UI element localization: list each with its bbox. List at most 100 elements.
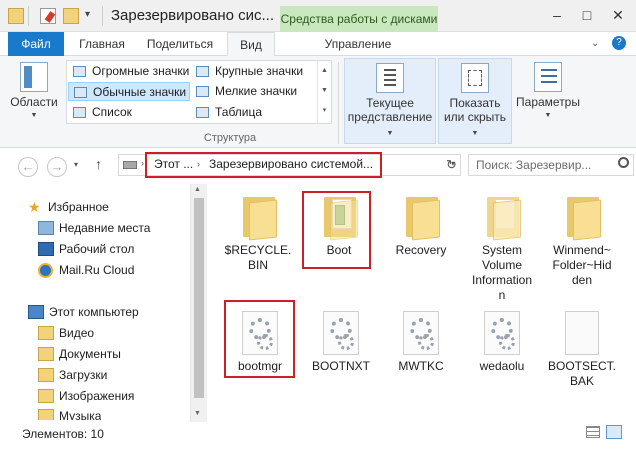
forward-button[interactable]: →	[47, 157, 67, 177]
show-hide-label-1: Показать	[449, 96, 501, 110]
window-title: Зарезервировано сис...	[111, 7, 275, 24]
gallery-scroll[interactable]: ▲ ▼ ▾	[317, 61, 331, 123]
layout-gallery: Огромные значки Крупные значки Обычные з…	[66, 60, 332, 124]
file-item-mwtkc[interactable]: MWTKC	[383, 311, 459, 374]
chevron-down-icon: ▼	[471, 130, 479, 137]
folder-icon	[481, 195, 523, 241]
file-item-wedaolu[interactable]: wedaolu	[464, 311, 540, 374]
medium-icons-icon	[74, 87, 87, 98]
item-count: Элементов: 10	[22, 427, 104, 441]
panes-button[interactable]: Области ▼	[10, 62, 58, 123]
downloads-folder-icon	[38, 368, 54, 382]
nav-scrollbar[interactable]: ▲ ▼	[190, 184, 207, 422]
details-icon	[196, 107, 209, 118]
large-icons-view-icon[interactable]	[606, 425, 622, 439]
close-button[interactable]: ✕	[606, 6, 630, 26]
system-file-icon	[323, 311, 359, 355]
file-item-recovery[interactable]: Recovery	[383, 195, 459, 258]
videos-folder-icon	[38, 326, 54, 340]
large-icons-icon	[196, 66, 209, 77]
file-item-system-volume-information[interactable]: System Volume Information n	[464, 195, 540, 303]
boot-highlight-box	[302, 191, 371, 269]
folder-icon	[561, 195, 603, 241]
maximize-button[interactable]: □	[575, 6, 599, 26]
recent-locations-icon[interactable]: ▾	[74, 160, 78, 169]
tab-file[interactable]: Файл	[8, 32, 64, 56]
folder-app-icon[interactable]	[8, 8, 24, 24]
layout-large-icons[interactable]: Крупные значки	[191, 62, 313, 81]
quick-access-dropdown-icon[interactable]: ▾	[85, 9, 90, 20]
show-hide-button[interactable]: Показать или скрыть ▼	[438, 58, 512, 144]
title-bar: ▾ Зарезервировано сис... Средства работы…	[0, 0, 636, 32]
up-button[interactable]: ↑	[95, 156, 102, 172]
recent-places-icon	[38, 221, 54, 235]
nav-favorites[interactable]: ★ Избранное	[28, 197, 109, 217]
options-button[interactable]: Параметры ▼	[515, 62, 581, 123]
bootmgr-highlight-box	[224, 300, 295, 378]
search-input[interactable]: Поиск: Зарезервир...	[468, 154, 634, 176]
desktop-icon	[38, 242, 54, 256]
layout-medium-icons[interactable]: Обычные значки	[68, 82, 190, 101]
context-tab-disk-tools: Средства работы с дисками	[280, 6, 438, 32]
documents-folder-icon	[38, 347, 54, 361]
file-item-winmend-folder-hidden[interactable]: Winmend~ Folder~Hid den	[544, 195, 620, 288]
system-file-icon	[403, 311, 439, 355]
current-view-label-1: Текущее	[366, 96, 414, 110]
folder-icon	[237, 195, 279, 241]
computer-icon	[28, 305, 44, 319]
nav-documents[interactable]: Документы	[38, 344, 121, 364]
file-icon	[565, 311, 599, 355]
details-view-icon[interactable]	[586, 426, 600, 438]
collapse-ribbon-icon[interactable]: ⌄	[591, 38, 599, 49]
back-button[interactable]: ←	[18, 157, 38, 177]
nav-videos[interactable]: Видео	[38, 323, 94, 343]
nav-recent-places[interactable]: Недавние места	[38, 218, 150, 238]
file-item-bootnxt[interactable]: BOOTNXT	[303, 311, 379, 374]
file-item-bootsect-bak[interactable]: BOOTSECT. BAK	[544, 311, 620, 389]
ribbon-tabs: Файл Главная Поделиться Вид Управление ⌄…	[0, 32, 636, 57]
divider	[102, 6, 103, 26]
scroll-up-icon[interactable]: ▲	[194, 186, 201, 193]
show-hide-label-2: или скрыть	[443, 110, 507, 124]
current-view-label-2: представление	[347, 110, 433, 124]
system-file-icon	[484, 311, 520, 355]
layout-extra-large-icons[interactable]: Огромные значки	[68, 62, 190, 81]
panes-label: Области	[10, 95, 58, 109]
chevron-down-icon: ▼	[544, 112, 552, 119]
minimize-button[interactable]: –	[545, 6, 569, 26]
list-icon	[73, 107, 86, 118]
layout-small-icons[interactable]: Мелкие значки	[191, 82, 313, 101]
current-view-button[interactable]: Текущее представление ▼	[344, 58, 436, 144]
small-icons-icon	[196, 86, 209, 97]
tab-manage[interactable]: Управление	[310, 32, 406, 56]
nav-pictures[interactable]: Изображения	[38, 386, 134, 406]
folder-icon	[400, 195, 442, 241]
tab-share[interactable]: Поделиться	[140, 32, 220, 56]
mailru-cloud-icon	[38, 263, 53, 278]
tab-home[interactable]: Главная	[70, 32, 134, 56]
options-icon	[534, 62, 562, 92]
nav-downloads[interactable]: Загрузки	[38, 365, 107, 385]
file-item-recycle-bin[interactable]: $RECYCLE. BIN	[220, 195, 296, 273]
address-highlight-box	[145, 152, 382, 178]
scroll-thumb[interactable]	[194, 198, 204, 398]
group-label-layout: Структура	[203, 132, 257, 144]
star-icon: ★	[28, 199, 41, 215]
extra-large-icons-icon	[73, 66, 86, 77]
nav-mailru-cloud[interactable]: Mail.Ru Cloud	[38, 260, 134, 280]
help-icon[interactable]: ?	[612, 36, 626, 50]
layout-list[interactable]: Список	[68, 103, 190, 122]
nav-this-pc[interactable]: Этот компьютер	[28, 302, 139, 322]
layout-details[interactable]: Таблица	[191, 103, 313, 122]
tab-view[interactable]: Вид	[227, 32, 275, 57]
nav-music[interactable]: Музыка	[38, 406, 101, 420]
properties-icon[interactable]	[40, 8, 56, 24]
scroll-down-icon[interactable]: ▼	[194, 410, 201, 417]
navigation-pane: ★ Избранное Недавние места Рабочий стол M…	[0, 184, 206, 420]
nav-desktop[interactable]: Рабочий стол	[38, 239, 134, 259]
drive-icon	[123, 161, 137, 169]
divider	[28, 6, 29, 26]
chevron-right-icon: ›	[141, 158, 144, 168]
refresh-icon[interactable]: ↻	[446, 157, 457, 173]
new-folder-icon[interactable]	[63, 8, 79, 24]
